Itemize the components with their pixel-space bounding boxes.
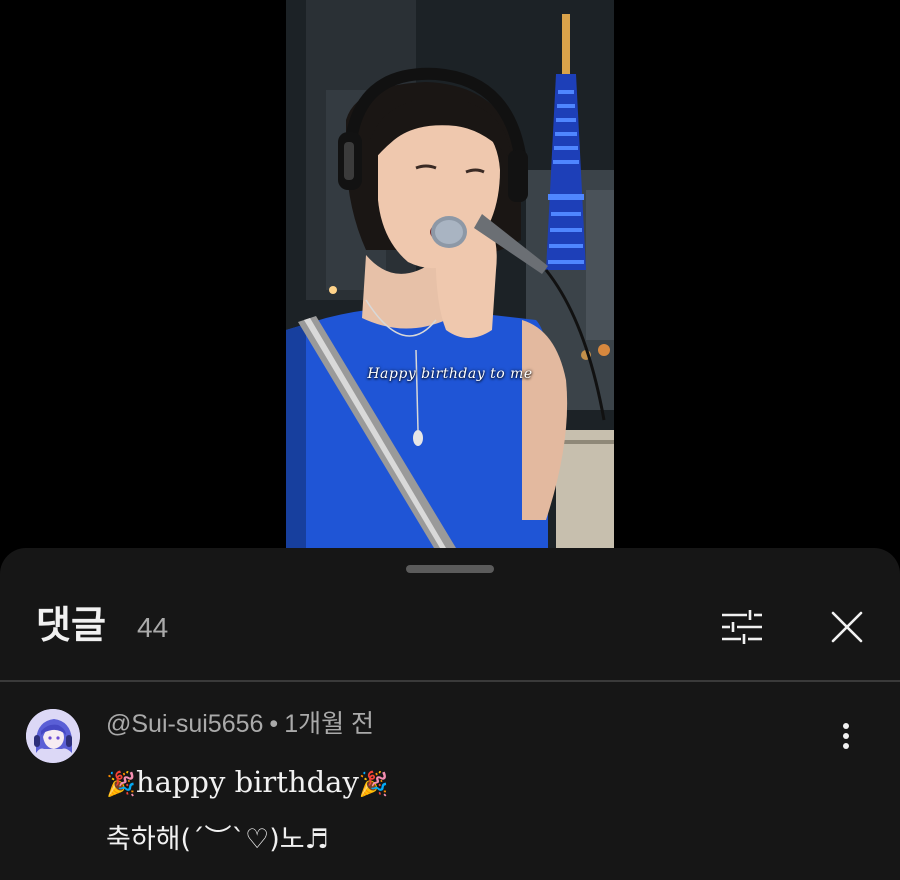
avatar-illustration (26, 709, 80, 763)
comment-more-button[interactable] (822, 712, 870, 760)
avatar[interactable] (26, 709, 80, 763)
comment-item: @Sui-sui5656 • 1개월 전 🎉happy birthday🎉 축하해(… (0, 682, 900, 880)
party-popper-icon: 🎉 (106, 770, 136, 798)
comment-time: 1개월 전 (284, 710, 375, 738)
comments-title: 댓글 (36, 603, 106, 647)
comment-line-1: 🎉happy birthday🎉 (106, 754, 389, 812)
comment-text: 🎉happy birthday🎉 축하해(´︶`♡)노♬ (106, 754, 389, 868)
comment-line-1-text: happy birthday (135, 765, 359, 799)
comments-header: 댓글 44 (0, 588, 900, 680)
video-frame[interactable]: Happy birthday to me (286, 0, 614, 548)
comments-count: 44 (137, 612, 169, 643)
sort-filter-button[interactable] (714, 599, 770, 655)
video-scene (286, 0, 614, 548)
comment-meta: @Sui-sui5656 • 1개월 전 (106, 712, 374, 737)
close-icon (831, 611, 863, 643)
comment-author[interactable]: @Sui-sui5656 (106, 710, 263, 738)
video-player[interactable]: Happy birthday to me (0, 0, 900, 560)
close-button[interactable] (819, 599, 875, 655)
video-caption: Happy birthday to me (367, 366, 533, 382)
meta-separator: • (269, 710, 279, 738)
party-popper-icon: 🎉 (358, 770, 389, 798)
sheet-drag-handle[interactable] (406, 565, 494, 573)
more-vertical-icon (843, 723, 849, 749)
sliders-icon (722, 610, 762, 644)
comment-line-2: 축하해(´︶`♡)노♬ (106, 824, 329, 855)
comments-sheet: 댓글 44 @Sui-sui5656 • 1개월 전 🎉happy birthd… (0, 548, 900, 880)
